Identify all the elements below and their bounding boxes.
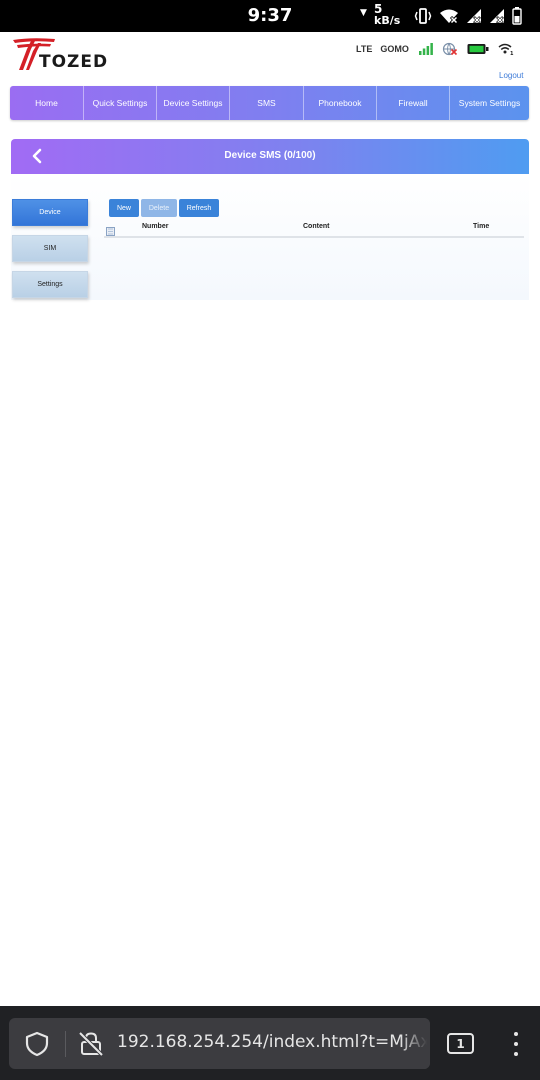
brand-name: TOZED bbox=[39, 52, 109, 72]
page-title: Device SMS (0/100) bbox=[224, 150, 316, 161]
side-item-settings[interactable]: Settings bbox=[12, 271, 88, 298]
network-speed-unit: kB/s bbox=[374, 14, 401, 27]
overflow-menu-icon[interactable] bbox=[508, 1032, 524, 1058]
column-time: Time bbox=[473, 223, 490, 230]
wifi-clients-icon: 1 bbox=[498, 42, 514, 56]
url-text: 192.168.254.254/index.html?t=MjAx bbox=[117, 1032, 430, 1052]
battery-icon bbox=[512, 7, 522, 25]
sms-side-menu: Device SIM Settings bbox=[12, 199, 88, 307]
sms-table-header: Number Content Time bbox=[104, 220, 524, 238]
nav-quick-settings[interactable]: Quick Settings bbox=[84, 86, 157, 120]
address-bar[interactable]: 192.168.254.254/index.html?t=MjAx bbox=[9, 1018, 430, 1069]
status-bar: 9:37 ▼ 5 kB/s bbox=[0, 0, 540, 32]
side-item-sim[interactable]: SIM bbox=[12, 235, 88, 262]
nav-sms[interactable]: SMS bbox=[230, 86, 304, 120]
nav-device-settings[interactable]: Device Settings bbox=[157, 86, 230, 120]
shield-icon[interactable] bbox=[24, 1031, 50, 1062]
signal-off-icon bbox=[466, 8, 482, 24]
nav-phonebook[interactable]: Phonebook bbox=[304, 86, 377, 120]
column-content: Content bbox=[303, 223, 330, 230]
vibrate-icon bbox=[414, 8, 432, 24]
signal-strength-icon bbox=[418, 43, 433, 55]
nav-system-settings[interactable]: System Settings bbox=[450, 86, 529, 120]
carrier-name: GOMO bbox=[380, 44, 409, 54]
column-number: Number bbox=[142, 223, 169, 230]
internet-disconnected-icon bbox=[442, 42, 458, 56]
refresh-button[interactable]: Refresh bbox=[179, 199, 219, 217]
tozed-logo: TOZED bbox=[11, 37, 111, 73]
new-button[interactable]: New bbox=[109, 199, 139, 217]
router-status-bar: LTE GOMO 1 bbox=[356, 40, 523, 58]
wifi-off-icon bbox=[439, 8, 459, 24]
select-all-checkbox[interactable] bbox=[106, 223, 115, 236]
nav-firewall[interactable]: Firewall bbox=[377, 86, 450, 120]
side-item-device[interactable]: Device bbox=[12, 199, 88, 226]
insecure-lock-icon[interactable] bbox=[78, 1031, 104, 1062]
delete-button[interactable]: Delete bbox=[141, 199, 177, 217]
network-type: LTE bbox=[356, 44, 373, 54]
nav-home[interactable]: Home bbox=[10, 86, 84, 120]
main-nav: Home Quick Settings Device Settings SMS … bbox=[10, 86, 529, 120]
tab-switcher-button[interactable]: 1 bbox=[447, 1033, 474, 1054]
page-header: Device SMS (0/100) bbox=[11, 139, 529, 174]
logout-link[interactable]: Logout bbox=[499, 71, 523, 80]
sms-toolbar: New Delete Refresh bbox=[109, 199, 219, 217]
battery-status-icon bbox=[467, 43, 489, 55]
signal-off-icon-2 bbox=[489, 8, 505, 24]
address-bar-divider bbox=[65, 1031, 66, 1057]
svg-text:1: 1 bbox=[510, 51, 514, 56]
browser-toolbar: 192.168.254.254/index.html?t=MjAx 1 bbox=[0, 1006, 540, 1080]
download-arrow-icon: ▼ bbox=[360, 8, 367, 18]
